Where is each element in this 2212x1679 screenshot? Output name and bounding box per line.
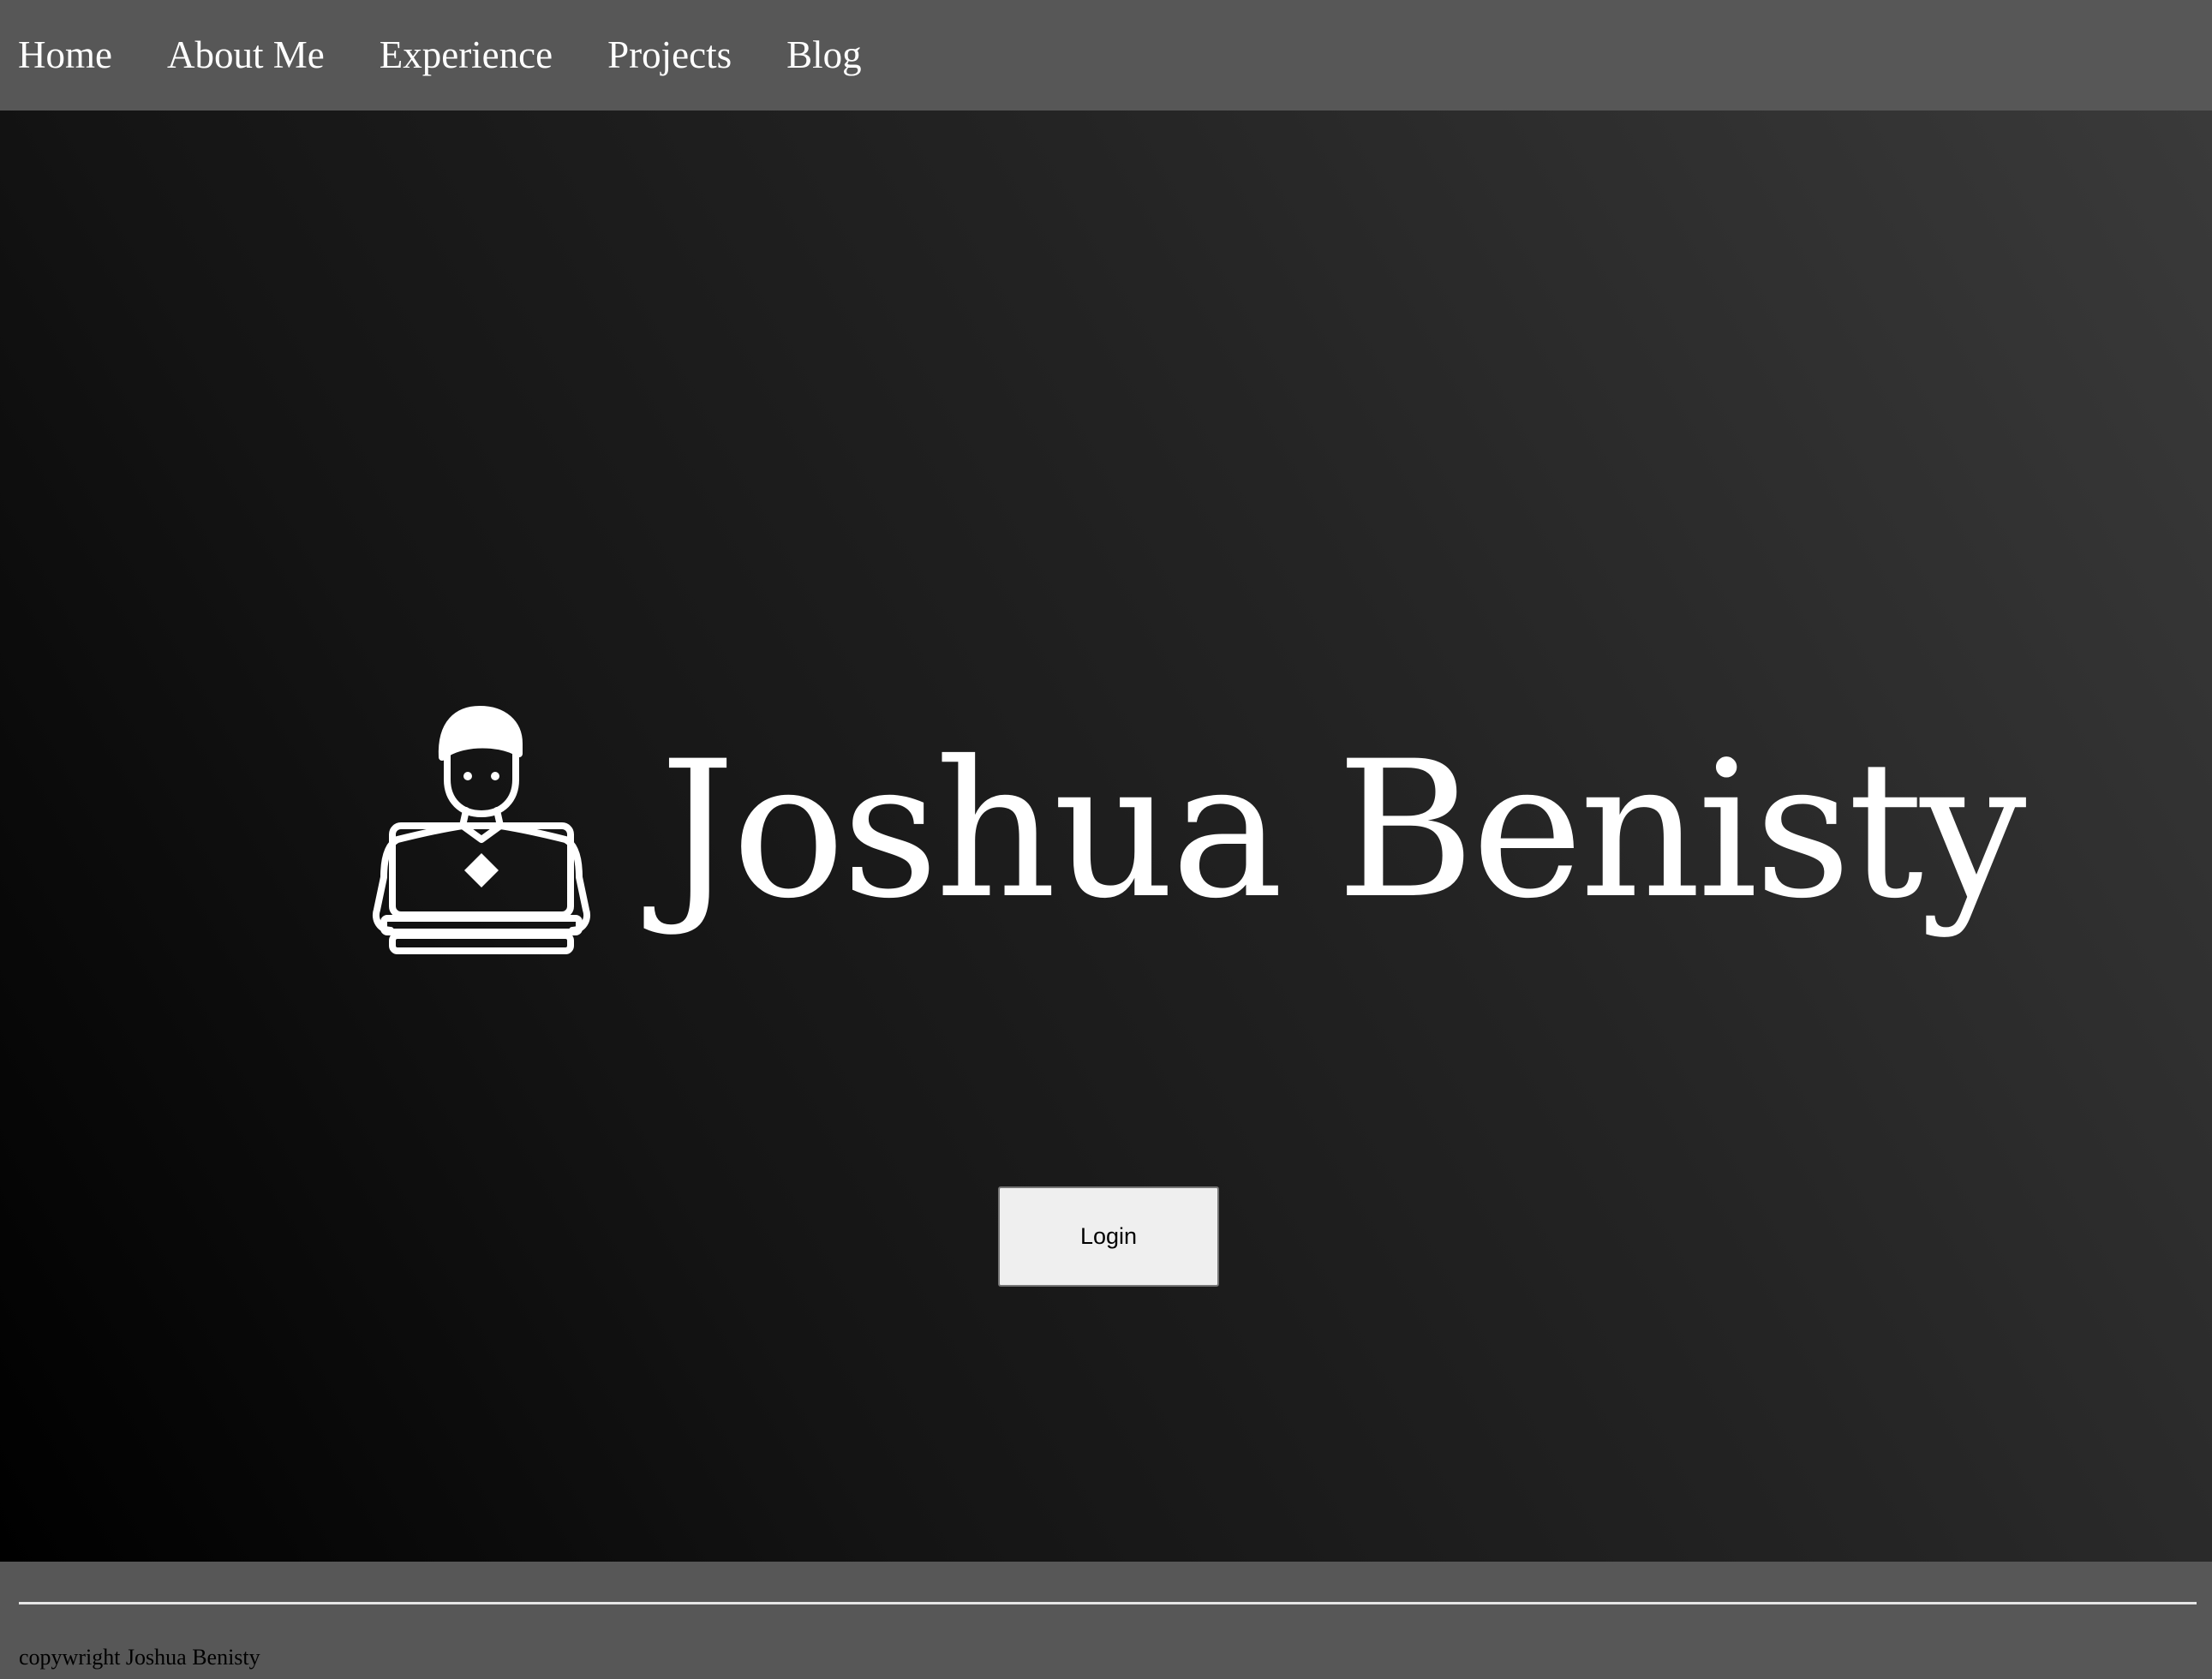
nav-link-experience[interactable]: Experience [380,36,553,75]
nav-link-blog[interactable]: Blog [786,36,862,75]
nav-link-projects[interactable]: Projects [607,36,732,75]
footer-divider [19,1602,2197,1604]
top-navigation: Home About Me Experience Projects Blog [0,0,2212,111]
page: Home About Me Experience Projects Blog J… [0,0,2212,1679]
login-button[interactable]: Login [998,1186,1219,1287]
nav-link-home[interactable]: Home [18,36,112,75]
person-with-laptop-icon [373,706,590,954]
logo-wordmark: Joshua Benisty [660,720,2027,940]
site-logo: Joshua Benisty [372,706,2027,954]
footer-copyright: copywright Joshua Benisty [19,1645,260,1670]
hero-section: Joshua Benisty Login [0,111,2212,1562]
footer: copywright Joshua Benisty [0,1562,2212,1679]
nav-link-about-me[interactable]: About Me [167,36,325,75]
